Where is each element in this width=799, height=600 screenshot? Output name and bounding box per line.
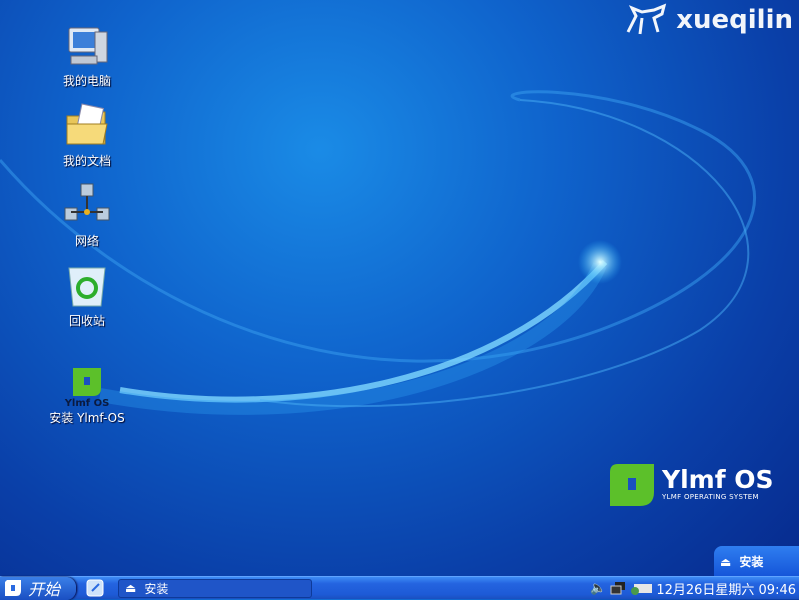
brand-text: xueqilin [676,5,793,35]
icon-label: 网络 [74,234,99,248]
clock[interactable]: 12月26日星期六 09:46 [656,579,796,598]
ylmf-logo-subtitle: YLMF OPERATING SYSTEM [662,493,759,501]
recycle-bin-icon [68,267,106,307]
desktop-icon-network[interactable]: 网络 [37,182,137,249]
xueqilin-watermark: xueqilin [624,2,793,38]
network-icon [64,183,110,221]
start-label: 开始 [28,580,61,599]
keyboard-icon[interactable] [630,581,653,595]
ylmf-logo-title: Ylmf OS [662,465,774,494]
install-notification[interactable]: ⏏ 安装 [714,546,799,577]
taskbar-task-install[interactable]: ⏏ 安装 [118,578,312,598]
volume-icon[interactable]: 🔈 [590,581,606,596]
ylmf-icon-logo-text: Ylmf OS [64,398,110,409]
icon-label: 我的文档 [62,154,111,168]
computer-icon [68,27,108,65]
notification-label: 安装 [739,555,764,569]
install-drive-icon: ⏏ [720,554,732,569]
quicklaunch-show-desktop-icon[interactable] [84,579,106,597]
icon-label: 我的电脑 [62,74,111,88]
desktop-icon-my-computer[interactable]: 我的电脑 [37,22,137,89]
icon-label: 安装 Ylmf-OS [49,411,125,425]
desktop-icon-recycle-bin[interactable]: 回收站 [37,262,137,329]
taskbar: 开始 ⏏ 安装 🔈 12月26日星期六 09:46 [0,576,799,600]
desktop-icon-install-ylmf[interactable]: Ylmf OS 安装 Ylmf-OS [37,364,137,426]
ylmf-install-icon [73,368,101,396]
task-label: 安装 [144,581,169,596]
network-status-icon[interactable] [610,581,626,595]
documents-folder-icon [66,103,108,145]
install-drive-icon: ⏏ [125,581,137,595]
ylmf-start-icon [5,580,21,596]
desktop-icon-my-documents[interactable]: 我的文档 [37,102,137,169]
ylmf-logo-icon [610,464,654,506]
start-button[interactable]: 开始 [0,576,76,600]
horse-logo-icon [626,3,667,35]
ylmf-wallpaper-logo: Ylmf OS YLMF OPERATING SYSTEM [610,462,774,506]
icon-label: 回收站 [68,314,105,328]
system-tray: 🔈 12月26日星期六 09:46 [590,579,799,598]
